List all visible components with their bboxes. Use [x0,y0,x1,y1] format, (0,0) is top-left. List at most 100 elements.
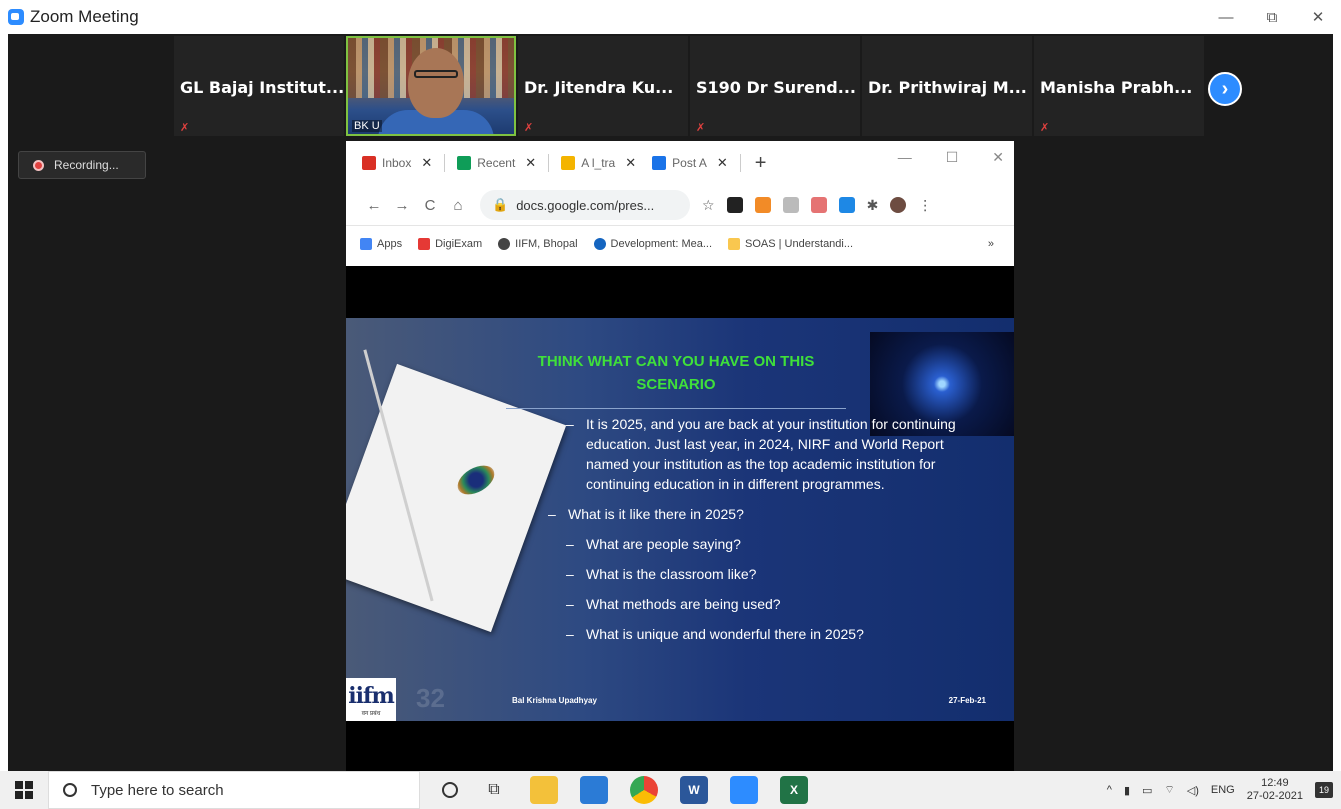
volume-icon[interactable]: ◁) [1187,784,1199,797]
tab-separator [739,154,741,172]
wifi-icon[interactable]: ⌔ [1164,783,1174,797]
bookmark-apps[interactable]: Apps [360,237,403,250]
muted-mic-icon: ✗ [524,122,534,134]
bookmark-digiexam[interactable]: DigiExam [418,237,483,250]
battery-icon[interactable]: ▭ [1142,784,1152,797]
extension-icon[interactable] [726,196,743,213]
new-tab-button[interactable]: + [755,152,767,175]
browser-tab-active[interactable]: A l_tra ✕ [553,147,645,179]
zoom-app-icon[interactable] [730,776,758,804]
reload-icon[interactable]: C [416,197,444,214]
bullet-item: – What is the classroom like? [566,564,986,584]
more-bookmarks-icon[interactable]: » [988,238,994,250]
slide-footer-date: 27-Feb-21 [948,696,986,705]
language-indicator[interactable]: ENG [1211,784,1235,796]
minimize-button[interactable]: — [1203,0,1249,34]
chrome-close-button[interactable]: ✕ [992,149,1004,166]
participant-tile[interactable]: Manisha Prabh... ✗ [1034,36,1204,136]
window-title: Zoom Meeting [30,7,139,26]
participant-tile[interactable]: GL Bajaj Institut... ✗ [174,36,344,136]
chevron-up-icon[interactable]: ^ [1107,784,1112,796]
bookmark-development[interactable]: Development: Mea... [593,237,712,250]
recording-label: Recording... [54,158,119,172]
bullet-item: – What are people saying? [566,534,986,554]
notification-center-icon[interactable]: 19 [1315,782,1333,798]
chrome-maximize-button[interactable]: ☐ [946,149,959,166]
chrome-icon[interactable] [630,776,658,804]
word-icon[interactable]: W [680,776,708,804]
extensions-row: ☆ ✱ ⋮ [702,196,932,214]
forward-arrow-icon[interactable]: → [388,197,416,214]
browser-tab-strip: Inbox ✕ Recent ✕ A l_tra ✕ Post A ✕ + — … [346,141,1014,185]
browser-tab[interactable]: Post A ✕ [644,147,736,179]
address-bar-row: ← → C ⌂ 🔒 docs.google.com/pres... ☆ ✱ ⋮ [346,185,1014,225]
profile-avatar[interactable] [890,196,907,213]
iifm-logo: iifm वन प्रबंध [346,678,396,721]
logo-subtext: वन प्रबंध [361,710,381,717]
participant-name: Dr. Jitendra Ku... [524,78,674,97]
digiexam-icon [418,237,431,250]
task-view-icon[interactable]: ⧉ [480,776,508,804]
muted-mic-icon: ✗ [180,122,190,134]
participant-tile-active-video[interactable]: BK U [346,36,516,136]
bookmark-soas[interactable]: SOAS | Understandi... [728,237,853,250]
bookmark-star-icon[interactable]: ☆ [702,197,715,214]
tab-close-icon[interactable]: ✕ [625,155,636,171]
extension-icon[interactable] [782,196,799,213]
tab-close-icon[interactable]: ✕ [717,155,728,171]
extension-icon[interactable] [754,196,771,213]
record-dot-icon [33,159,44,171]
browser-tab[interactable]: Recent ✕ [449,147,544,179]
tab-separator [444,154,446,172]
extension-icon[interactable] [810,196,827,213]
tab-close-icon[interactable]: ✕ [421,155,432,171]
google-slides-icon [561,156,576,170]
excel-icon[interactable]: X [780,776,808,804]
zoom-app-icon [8,9,24,25]
bullet-item: – What is it like there in 2025? [548,504,986,524]
tab-close-icon[interactable]: ✕ [525,155,536,171]
bullet-dash: – [566,596,574,612]
participant-tile[interactable]: Dr. Jitendra Ku... ✗ [518,36,688,136]
bullet-dash: – [566,416,574,432]
restore-button[interactable]: ⧉ [1249,0,1295,34]
chrome-minimize-button[interactable]: — [898,149,912,166]
browser-tab[interactable]: Inbox ✕ [354,147,440,179]
cortana-icon[interactable] [442,782,458,798]
taskbar-search[interactable]: Type here to search [48,771,420,809]
puzzle-extensions-icon[interactable]: ✱ [867,197,879,214]
participant-tile[interactable]: S190 Dr Surend... ✗ [690,36,860,136]
apps-grid-icon [360,237,372,250]
next-page-arrow-icon[interactable]: › [1208,72,1242,106]
file-explorer-icon[interactable] [530,776,558,804]
bookmark-label: Apps [377,237,403,250]
bookmark-iifm[interactable]: IIFM, Bhopal [498,237,578,250]
slide-bullet-list: – It is 2025, and you are back at your in… [548,414,986,654]
bullet-text: What is the classroom like? [586,566,757,582]
back-arrow-icon[interactable]: ← [360,197,388,214]
recording-indicator[interactable]: Recording... [18,151,146,179]
start-button[interactable] [0,771,48,809]
url-bar[interactable]: 🔒 docs.google.com/pres... [480,190,690,220]
chrome-window-controls: — ☐ ✕ [898,149,1004,166]
network-icon[interactable]: ▮ [1124,784,1130,797]
kebab-menu-icon[interactable]: ⋮ [918,197,932,214]
bullet-text: What is it like there in 2025? [568,506,744,522]
bookmark-label: DigiExam [435,237,483,250]
clock-date: 27-02-2021 [1246,790,1303,802]
bullet-text: What methods are being used? [586,596,781,612]
close-button[interactable]: ✕ [1295,0,1341,34]
app-icon[interactable] [580,776,608,804]
bullet-item: – What is unique and wonderful there in 2… [566,624,986,644]
bullet-dash: – [566,536,574,552]
participant-name: Dr. Prithwiraj M... [868,78,1027,97]
video-person-glasses [414,70,458,78]
gmail-icon [362,156,376,170]
participant-tile[interactable]: Dr. Prithwiraj M... [862,36,1032,136]
video-person-face [408,48,464,118]
clock[interactable]: 12:49 27-02-2021 [1247,777,1303,803]
bookmarks-bar: Apps DigiExam IIFM, Bhopal Development: … [346,225,1014,261]
window-controls: — ⧉ ✕ [1203,0,1341,34]
extension-icon[interactable] [838,196,855,213]
home-icon[interactable]: ⌂ [444,197,472,214]
